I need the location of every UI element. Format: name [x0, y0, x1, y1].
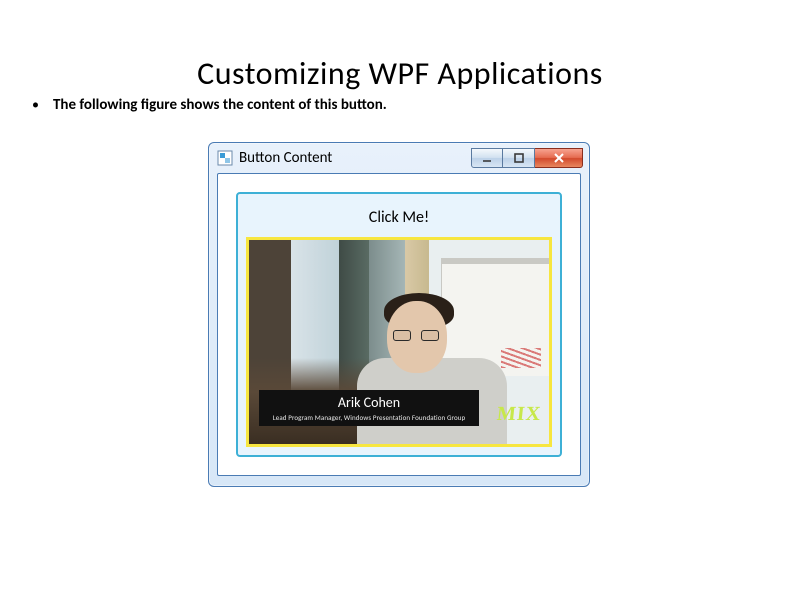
glasses-icon [393, 330, 439, 340]
maximize-icon [513, 152, 525, 164]
mix-badge: MIX [496, 403, 543, 426]
slide-title: Customizing WPF Applications [0, 0, 800, 93]
caption-role: Lead Program Manager, Windows Presentati… [265, 413, 473, 422]
window-client-area: Click Me! Arik Cohen Lead Program Manage… [217, 173, 581, 476]
button-label: Click Me! [246, 202, 552, 237]
media-caption: Arik Cohen Lead Program Manager, Windows… [259, 390, 479, 426]
maximize-button[interactable] [503, 148, 535, 168]
minimize-button[interactable] [471, 148, 503, 168]
button-media: Arik Cohen Lead Program Manager, Windows… [246, 237, 552, 447]
bullet-marker: • [32, 95, 39, 115]
app-icon [217, 150, 233, 166]
titlebar: Button Content [209, 143, 589, 173]
bullet-text: The following figure shows the content o… [53, 95, 387, 115]
close-icon [552, 152, 566, 164]
content-button[interactable]: Click Me! Arik Cohen Lead Program Manage… [236, 192, 562, 457]
window-controls [471, 148, 583, 168]
app-window: Button Content Click Me! [208, 142, 590, 487]
caption-name: Arik Cohen [338, 394, 400, 411]
window-title: Button Content [239, 149, 471, 167]
close-button[interactable] [535, 148, 583, 168]
bullet-item: • The following figure shows the content… [0, 93, 800, 115]
minimize-icon [481, 152, 493, 164]
